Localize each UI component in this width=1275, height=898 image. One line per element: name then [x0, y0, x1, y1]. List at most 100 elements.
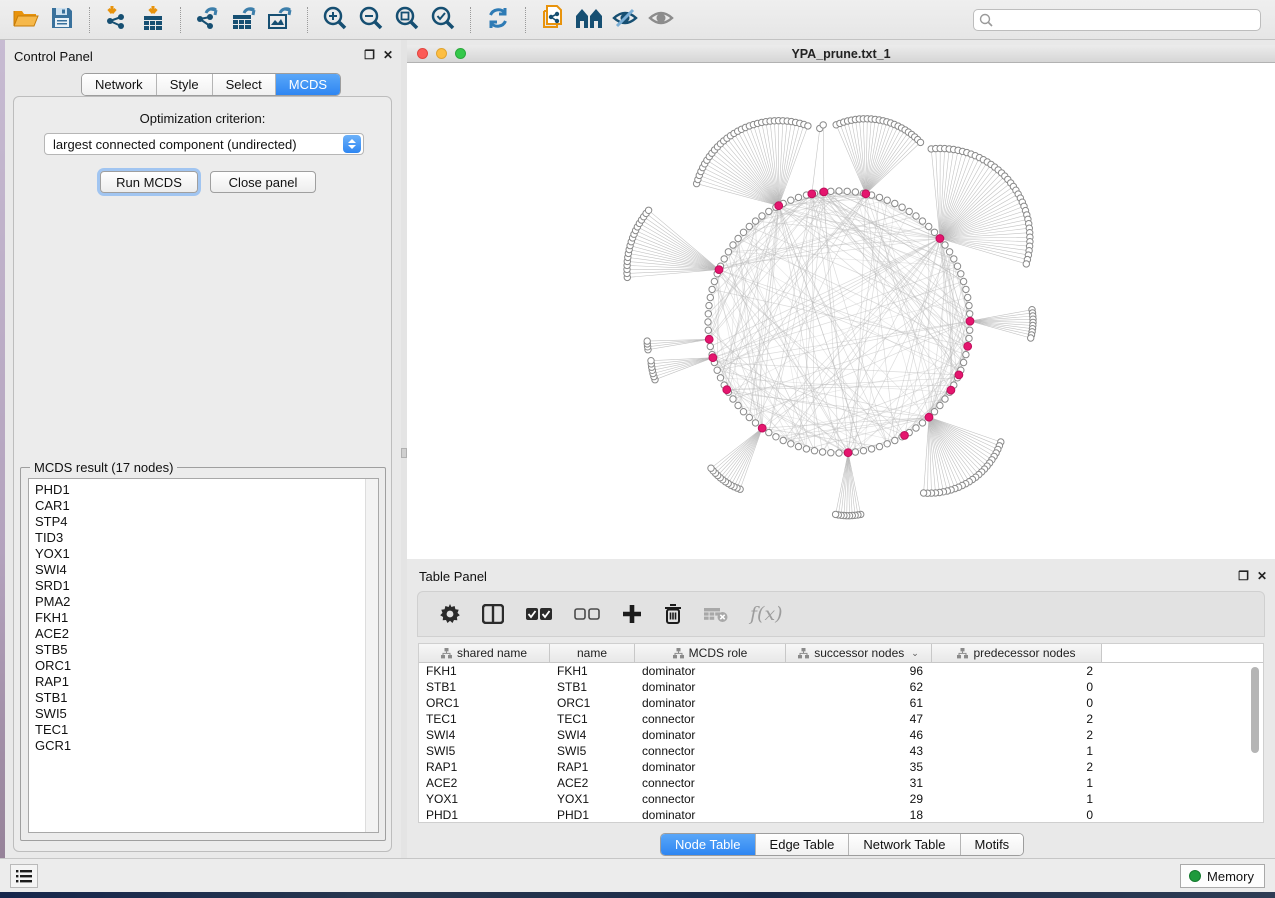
table-row[interactable]: STB1STB1dominator620	[419, 679, 1263, 695]
function-builder-button[interactable]: f(x)	[750, 603, 783, 625]
apply-layout-button[interactable]	[480, 4, 516, 36]
tab-edge-table[interactable]: Edge Table	[756, 834, 850, 855]
show-all-button[interactable]	[643, 4, 679, 36]
table-row[interactable]: RAP1RAP1dominator352	[419, 759, 1263, 775]
mcds-result-item[interactable]: ACE2	[29, 626, 378, 642]
export-table-button[interactable]	[226, 4, 262, 36]
network-canvas[interactable]	[407, 63, 1275, 559]
run-mcds-button[interactable]: Run MCDS	[100, 171, 198, 193]
table-row[interactable]: ORC1ORC1dominator610	[419, 695, 1263, 711]
zoom-selected-button[interactable]	[425, 4, 461, 36]
mcds-result-item[interactable]: STB5	[29, 642, 378, 658]
cytoscape-window: Control Panel ❐ ✕ NetworkStyleSelectMCDS…	[0, 0, 1275, 898]
table-row[interactable]: TEC1TEC1connector472	[419, 711, 1263, 727]
table-cell: 0	[932, 679, 1102, 695]
tab-motifs[interactable]: Motifs	[961, 834, 1024, 855]
select-all-button[interactable]	[526, 607, 552, 621]
column-header-successor-nodes[interactable]: successor nodes⌄	[786, 644, 932, 662]
table-cell: PHD1	[419, 807, 550, 823]
table-mode-button[interactable]	[440, 604, 460, 624]
mcds-result-item[interactable]: TID3	[29, 530, 378, 546]
table-row[interactable]: SWI4SWI4dominator462	[419, 727, 1263, 743]
toolbar-separator	[180, 7, 181, 33]
control-panel-tabs: NetworkStyleSelectMCDS	[81, 73, 341, 96]
hide-selected-icon	[611, 6, 639, 33]
tab-select[interactable]: Select	[213, 74, 276, 95]
import-table-button[interactable]	[135, 4, 171, 36]
zoom-in-button[interactable]	[317, 4, 353, 36]
toolbar-separator	[89, 7, 90, 33]
mcds-result-item[interactable]: GCR1	[29, 738, 378, 754]
zoom-fit-button[interactable]	[389, 4, 425, 36]
mcds-result-item[interactable]: YOX1	[29, 546, 378, 562]
tab-node-table[interactable]: Node Table	[661, 834, 756, 855]
mcds-result-item[interactable]: FKH1	[29, 610, 378, 626]
table-cell: STB1	[550, 679, 635, 695]
hide-selected-button[interactable]	[607, 4, 643, 36]
table-cell: 62	[786, 679, 932, 695]
table-row[interactable]: ACE2ACE2connector311	[419, 775, 1263, 791]
mcds-result-item[interactable]: ORC1	[29, 658, 378, 674]
search-field-wrap	[973, 9, 1261, 31]
column-header-MCDS-role[interactable]: MCDS role	[635, 644, 786, 662]
mcds-result-list[interactable]: PHD1CAR1STP4TID3YOX1SWI4SRD1PMA2FKH1ACE2…	[28, 478, 379, 833]
trash-icon	[664, 604, 682, 624]
open-file-button[interactable]	[8, 4, 44, 36]
first-neighbors-button[interactable]	[571, 4, 607, 36]
deselect-all-button[interactable]	[574, 607, 600, 621]
mcds-result-item[interactable]: STP4	[29, 514, 378, 530]
table-cell: FKH1	[550, 663, 635, 679]
optimization-criterion-select[interactable]: largest connected component (undirected)	[44, 133, 364, 155]
table-row[interactable]: SWI5SWI5connector431	[419, 743, 1263, 759]
show-column-button[interactable]	[482, 604, 504, 624]
table-cell: 46	[786, 727, 932, 743]
float-panel-icon[interactable]: ❐	[364, 48, 375, 62]
memory-button[interactable]: Memory	[1180, 864, 1265, 888]
mcds-result-item[interactable]: CAR1	[29, 498, 378, 514]
close-panel-icon[interactable]: ✕	[383, 48, 393, 62]
save-session-button[interactable]	[44, 4, 80, 36]
result-list-scrollbar[interactable]	[365, 479, 378, 832]
close-table-panel-icon[interactable]: ✕	[1257, 569, 1267, 583]
mcds-result-item[interactable]: PMA2	[29, 594, 378, 610]
scrollbar-thumb[interactable]	[1251, 667, 1259, 753]
tab-network-table[interactable]: Network Table	[849, 834, 960, 855]
column-header-shared-name[interactable]: shared name	[419, 644, 550, 662]
search-input[interactable]	[973, 9, 1261, 31]
mcds-result-item[interactable]: STB1	[29, 690, 378, 706]
mcds-result-item[interactable]: SWI4	[29, 562, 378, 578]
zoom-out-button[interactable]	[353, 4, 389, 36]
mcds-result-item[interactable]: RAP1	[29, 674, 378, 690]
float-table-panel-icon[interactable]: ❐	[1238, 569, 1249, 583]
table-row[interactable]: YOX1YOX1connector291	[419, 791, 1263, 807]
tab-style[interactable]: Style	[157, 74, 213, 95]
mcds-tab-content: Optimization criterion: largest connecte…	[13, 96, 392, 852]
create-column-button[interactable]	[622, 604, 642, 624]
table-cell: ORC1	[550, 695, 635, 711]
checked-boxes-icon	[526, 607, 552, 621]
table-scrollbar[interactable]	[1248, 664, 1262, 822]
column-header-name[interactable]: name	[550, 644, 635, 662]
export-network-button[interactable]	[190, 4, 226, 36]
column-label: MCDS role	[689, 646, 748, 660]
mcds-result-item[interactable]: TEC1	[29, 722, 378, 738]
mcds-result-item[interactable]: SRD1	[29, 578, 378, 594]
export-image-icon	[266, 5, 294, 34]
mcds-result-item[interactable]: SWI5	[29, 706, 378, 722]
zoom-in-icon	[322, 5, 348, 34]
table-row[interactable]: PHD1PHD1dominator180	[419, 807, 1263, 823]
tab-mcds[interactable]: MCDS	[276, 74, 340, 95]
import-network-button[interactable]	[99, 4, 135, 36]
export-image-button[interactable]	[262, 4, 298, 36]
column-type-icon	[957, 648, 968, 659]
table-cell: 1	[932, 743, 1102, 759]
mcds-result-item[interactable]: PHD1	[29, 482, 378, 498]
column-header-predecessor-nodes[interactable]: predecessor nodes	[932, 644, 1102, 662]
new-network-from-selection-button[interactable]	[535, 4, 571, 36]
delete-table-button[interactable]	[704, 605, 728, 623]
close-panel-button[interactable]: Close panel	[210, 171, 316, 193]
table-row[interactable]: FKH1FKH1dominator962	[419, 663, 1263, 679]
tab-network[interactable]: Network	[82, 74, 157, 95]
delete-column-button[interactable]	[664, 604, 682, 624]
task-history-button[interactable]	[10, 864, 38, 888]
